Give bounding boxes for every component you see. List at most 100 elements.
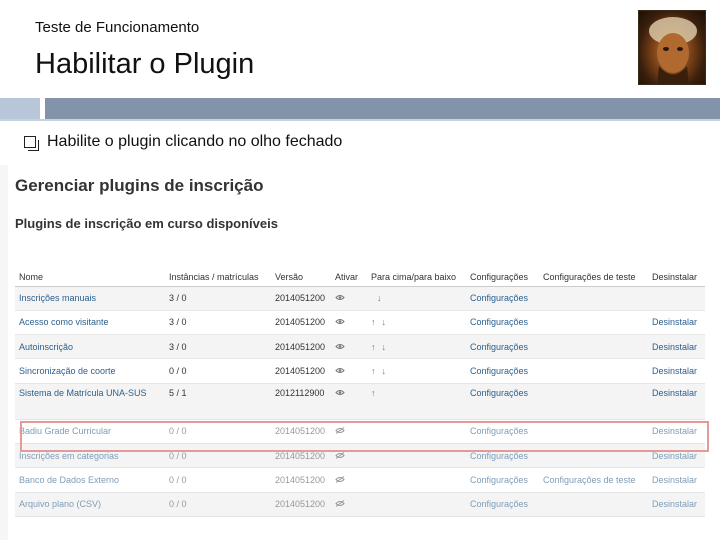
table-row: Acesso como visitante 3 / 0 2014051200 ↑ ↓ Co… bbox=[15, 310, 705, 336]
table-row: Autoinscrição 3 / 0 2014051200 ↑ ↓ Configuraç… bbox=[15, 334, 705, 360]
column-header-updown: Para cima/para baixo bbox=[367, 256, 466, 287]
settings-cell: Configurações bbox=[466, 286, 539, 311]
table-row: Inscrições manuais 3 / 0 2014051200 ↓ Config… bbox=[15, 286, 705, 311]
enable-cell bbox=[331, 467, 367, 493]
uninstall-link[interactable]: Desinstalar bbox=[652, 451, 697, 461]
enable-cell bbox=[331, 383, 367, 420]
uninstall-link[interactable]: Desinstalar bbox=[652, 388, 697, 398]
updown-cell: ↑ ↓ bbox=[367, 358, 466, 384]
enable-cell bbox=[331, 492, 367, 517]
table-row: Sistema de Matrícula UNA-SUS 5 / 1 2012112… bbox=[15, 383, 705, 420]
settings-cell: Configurações bbox=[466, 492, 539, 517]
column-header-test-settings: Configurações de teste bbox=[539, 256, 648, 287]
uninstall-link[interactable]: Desinstalar bbox=[652, 317, 697, 327]
eye-open-icon[interactable] bbox=[335, 293, 345, 303]
test-settings-cell bbox=[539, 383, 648, 420]
uninstall-link[interactable]: Desinstalar bbox=[652, 366, 697, 376]
eye-open-icon[interactable] bbox=[335, 317, 345, 327]
highlight-box bbox=[20, 421, 709, 452]
uninstall-link[interactable]: Desinstalar bbox=[652, 475, 697, 485]
eye-closed-icon[interactable] bbox=[335, 499, 345, 509]
decorative-bar-left bbox=[0, 98, 40, 119]
uninstall-link[interactable]: Desinstalar bbox=[652, 499, 697, 509]
plugin-version: 2014051200 bbox=[271, 358, 331, 384]
test-settings-cell bbox=[539, 334, 648, 360]
arrow-up-icon[interactable]: ↑ bbox=[371, 342, 376, 352]
decorative-bar-right bbox=[45, 98, 720, 119]
eye-closed-icon[interactable] bbox=[335, 475, 345, 485]
test-settings-cell bbox=[539, 492, 648, 517]
table-row: Banco de Dados Externo 0 / 0 2014051200 Con… bbox=[15, 467, 705, 493]
plugin-name-link[interactable]: Inscrições manuais bbox=[19, 293, 96, 303]
test-settings-link[interactable]: Configurações de teste bbox=[543, 475, 636, 485]
settings-link[interactable]: Configurações bbox=[470, 451, 528, 461]
plugin-name-link[interactable]: Sistema de Matrícula UNA-SUS bbox=[19, 388, 147, 398]
enable-cell bbox=[331, 310, 367, 336]
slide-title: Habilitar o Plugin bbox=[35, 48, 255, 80]
settings-cell: Configurações bbox=[466, 310, 539, 336]
settings-link[interactable]: Configurações bbox=[470, 499, 528, 509]
uninstall-cell bbox=[648, 286, 705, 311]
plugin-name-link[interactable]: Acesso como visitante bbox=[19, 317, 109, 327]
plugin-version: 2012112900 bbox=[271, 383, 331, 420]
arrow-up-icon[interactable]: ↑ bbox=[371, 388, 376, 398]
table-row: Sincronização de coorte 0 / 0 2014051200 ↑ ↓… bbox=[15, 358, 705, 384]
plugin-name: Arquivo plano (CSV) bbox=[15, 492, 165, 517]
settings-link[interactable]: Configurações bbox=[470, 317, 528, 327]
plugin-name-link[interactable]: Arquivo plano (CSV) bbox=[19, 499, 101, 509]
eye-closed-icon[interactable] bbox=[335, 451, 345, 461]
plugin-instances: 0 / 0 bbox=[165, 492, 271, 517]
arrow-down-icon[interactable]: ↓ bbox=[382, 317, 387, 327]
plugin-name-link[interactable]: Inscrições em categorias bbox=[19, 451, 119, 461]
column-header-settings: Configurações bbox=[466, 256, 539, 287]
plugin-version: 2014051200 bbox=[271, 334, 331, 360]
plugin-version: 2014051200 bbox=[271, 310, 331, 336]
moodle-screenshot: Gerenciar plugins de inscrição Plugins d… bbox=[0, 165, 720, 540]
plugin-name-link[interactable]: Autoinscrição bbox=[19, 342, 73, 352]
table-header-row: Nome Instâncias / matrículas Versão Ativ… bbox=[15, 256, 705, 287]
eye-open-icon[interactable] bbox=[335, 366, 345, 376]
updown-cell: ↑ ↓ bbox=[367, 310, 466, 336]
arrow-up-icon[interactable]: ↑ bbox=[371, 317, 376, 327]
bullet-text: Habilite o plugin clicando no olho fecha… bbox=[47, 133, 343, 150]
uninstall-link[interactable]: Desinstalar bbox=[652, 342, 697, 352]
plugin-instances: 5 / 1 bbox=[165, 383, 271, 420]
uninstall-cell: Desinstalar bbox=[648, 310, 705, 336]
eye-open-icon[interactable] bbox=[335, 342, 345, 352]
updown-cell bbox=[367, 467, 466, 493]
plugin-name-link[interactable]: Sincronização de coorte bbox=[19, 366, 116, 376]
plugin-instances: 0 / 0 bbox=[165, 467, 271, 493]
eye-open-icon[interactable] bbox=[335, 388, 345, 398]
plugin-name: Banco de Dados Externo bbox=[15, 467, 165, 493]
section-heading: Plugins de inscrição em curso disponívei… bbox=[15, 216, 278, 231]
settings-cell: Configurações bbox=[466, 358, 539, 384]
uninstall-cell: Desinstalar bbox=[648, 492, 705, 517]
test-settings-cell bbox=[539, 310, 648, 336]
enable-cell bbox=[331, 334, 367, 360]
column-header-name: Nome bbox=[15, 256, 165, 287]
plugin-instances: 0 / 0 bbox=[165, 358, 271, 384]
updown-cell: ↑ ↓ bbox=[367, 334, 466, 360]
settings-link[interactable]: Configurações bbox=[470, 366, 528, 376]
enable-cell bbox=[331, 286, 367, 311]
uninstall-cell: Desinstalar bbox=[648, 334, 705, 360]
arrow-up-icon[interactable]: ↑ bbox=[371, 366, 376, 376]
settings-link[interactable]: Configurações bbox=[470, 342, 528, 352]
settings-link[interactable]: Configurações bbox=[470, 293, 528, 303]
updown-cell bbox=[367, 492, 466, 517]
settings-link[interactable]: Configurações bbox=[470, 388, 528, 398]
column-header-instances: Instâncias / matrículas bbox=[165, 256, 271, 287]
table-row: Arquivo plano (CSV) 0 / 0 2014051200 Config… bbox=[15, 492, 705, 517]
arrow-down-icon[interactable]: ↓ bbox=[377, 293, 382, 303]
plugin-name: Autoinscrição bbox=[15, 334, 165, 360]
arrow-down-icon[interactable]: ↓ bbox=[382, 342, 387, 352]
arrow-down-icon[interactable]: ↓ bbox=[382, 366, 387, 376]
plugin-version: 2014051200 bbox=[271, 286, 331, 311]
settings-link[interactable]: Configurações bbox=[470, 475, 528, 485]
plugin-name-link[interactable]: Banco de Dados Externo bbox=[19, 475, 119, 485]
settings-cell: Configurações bbox=[466, 467, 539, 493]
plugin-name: Sincronização de coorte bbox=[15, 358, 165, 384]
bullet-item: Habilite o plugin clicando no olho fecha… bbox=[24, 133, 342, 151]
settings-cell: Configurações bbox=[466, 383, 539, 420]
decorative-bar-line bbox=[0, 119, 720, 121]
